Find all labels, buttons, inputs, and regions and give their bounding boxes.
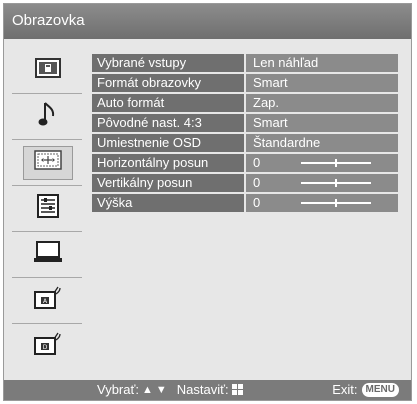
sidebar-item-pc[interactable] bbox=[10, 232, 85, 277]
row-value-text: 0 bbox=[253, 155, 261, 170]
help-bar: Vybrať: ▲ ▼ Nastaviť: Exit: MENU bbox=[4, 380, 411, 400]
row-value: 0 bbox=[246, 154, 398, 172]
slider-knob[interactable] bbox=[335, 159, 337, 167]
sidebar-item-picture[interactable] bbox=[10, 48, 85, 93]
row-value: 0 bbox=[246, 194, 398, 212]
exit-hint: Exit: MENU bbox=[332, 382, 399, 397]
osd-menu-window: Obrazovka A D Vybrané vstupy Len náhľad … bbox=[3, 3, 412, 401]
row-value: Len náhľad bbox=[246, 54, 398, 72]
row-label: Vertikálny posun bbox=[92, 174, 244, 192]
row-label: Umiestnenie OSD bbox=[92, 134, 244, 152]
navigation-help: Vybrať: ▲ ▼ Nastaviť: bbox=[97, 382, 243, 397]
row-value: Štandardne bbox=[246, 134, 398, 152]
selected-highlight bbox=[22, 145, 73, 180]
select-hint-label: Vybrať: bbox=[97, 382, 139, 397]
row-label: Formát obrazovky bbox=[92, 74, 244, 92]
menu-row-vertical-shift[interactable]: Vertikálny posun 0 bbox=[92, 174, 398, 192]
monitor-icon bbox=[33, 241, 62, 268]
title-bar: Obrazovka bbox=[4, 4, 411, 39]
sidebar-item-digital[interactable]: D bbox=[10, 324, 85, 369]
row-value: 0 bbox=[246, 174, 398, 192]
slider-knob[interactable] bbox=[335, 179, 337, 187]
row-label: Vybrané vstupy bbox=[92, 54, 244, 72]
sidebar-item-settings[interactable] bbox=[10, 186, 85, 231]
sidebar: A D bbox=[10, 48, 85, 378]
row-label: Auto formát bbox=[92, 94, 244, 112]
menu-key-icon[interactable]: MENU bbox=[361, 382, 399, 397]
row-label: Pôvodné nast. 4:3 bbox=[92, 114, 244, 132]
settings-list-icon bbox=[36, 194, 59, 223]
row-label: Horizontálny posun bbox=[92, 154, 244, 172]
menu-row-original-4-3[interactable]: Pôvodné nast. 4:3 Smart bbox=[92, 114, 398, 132]
digital-tv-icon: D bbox=[33, 332, 62, 361]
row-label: Výška bbox=[92, 194, 244, 212]
menu-row-screen-format[interactable]: Formát obrazovky Smart bbox=[92, 74, 398, 92]
row-value: Smart bbox=[246, 74, 398, 92]
menu-row-osd-position[interactable]: Umiestnenie OSD Štandardne bbox=[92, 134, 398, 152]
row-value: Zap. bbox=[246, 94, 398, 112]
up-arrow-icon: ▲ bbox=[141, 383, 153, 396]
down-arrow-icon: ▼ bbox=[155, 383, 167, 396]
screen-adjust-icon bbox=[33, 150, 62, 175]
vertical-shift-slider[interactable] bbox=[301, 179, 371, 187]
horizontal-shift-slider[interactable] bbox=[301, 159, 371, 167]
row-value-text: 0 bbox=[253, 175, 261, 190]
sidebar-item-screen[interactable] bbox=[10, 140, 85, 185]
window-title: Obrazovka bbox=[12, 12, 85, 29]
picture-icon bbox=[34, 58, 61, 83]
sidebar-item-sound[interactable] bbox=[10, 94, 85, 139]
enter-key-icon bbox=[231, 384, 243, 395]
row-value-text: 0 bbox=[253, 195, 261, 210]
row-value: Smart bbox=[246, 114, 398, 132]
height-slider[interactable] bbox=[301, 199, 371, 207]
sidebar-item-analog[interactable]: A bbox=[10, 278, 85, 323]
music-note-icon bbox=[38, 100, 58, 133]
menu-row-height[interactable]: Výška 0 bbox=[92, 194, 398, 212]
set-hint-label: Nastaviť: bbox=[176, 382, 229, 397]
slider-knob[interactable] bbox=[335, 199, 337, 207]
menu-row-auto-format[interactable]: Auto formát Zap. bbox=[92, 94, 398, 112]
menu-row-horizontal-shift[interactable]: Horizontálny posun 0 bbox=[92, 154, 398, 172]
svg-text:D: D bbox=[42, 344, 47, 351]
analog-tv-icon: A bbox=[33, 286, 62, 315]
menu-row-selected-inputs[interactable]: Vybrané vstupy Len náhľad bbox=[92, 54, 398, 72]
exit-hint-label: Exit: bbox=[332, 382, 358, 397]
